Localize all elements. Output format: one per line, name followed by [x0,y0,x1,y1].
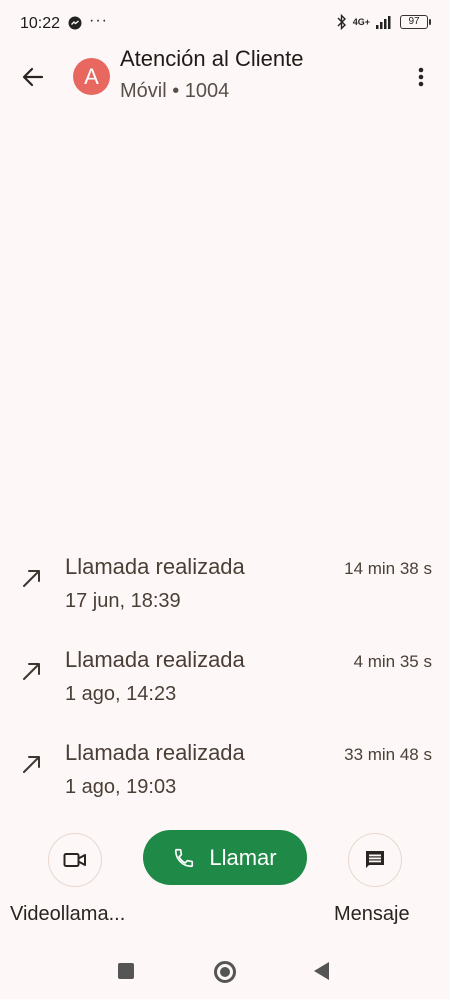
call-history-item[interactable]: Llamada realizada 17 jun, 18:39 14 min 3… [0,540,450,633]
call-type: Llamada realizada [65,740,245,765]
arrow-back-icon [22,67,44,87]
outgoing-call-icon [23,570,40,587]
call-date: 17 jun, 18:39 [65,590,181,612]
battery-icon: 97 [400,15,431,29]
call-button-label: Llamar [209,844,277,870]
call-type: Llamada realizada [65,554,245,579]
contact-header: A Atención al Cliente Móvil • 1004 [0,42,450,112]
call-type: Llamada realizada [65,647,245,672]
call-duration: 33 min 48 s [344,745,432,764]
video-call-label: Videollama... [10,903,126,925]
home-nav-button[interactable] [214,961,236,983]
call-history-item[interactable]: Llamada realizada 1 ago, 14:23 4 min 35 … [0,633,450,726]
home-circle-icon [220,967,230,977]
outgoing-call-icon [23,663,40,680]
more-vert-icon [418,67,424,87]
system-nav-bar [0,945,450,999]
message-icon [366,851,384,868]
network-type: 4G+ [352,17,370,27]
call-history-list: Llamada realizada 17 jun, 18:39 14 min 3… [0,540,450,819]
message-button[interactable] [348,833,402,887]
phone-icon [175,848,194,867]
call-duration: 4 min 35 s [353,652,432,671]
call-button[interactable]: Llamar [143,830,307,885]
status-time: 10:22 [20,15,61,32]
message-label: Mensaje [334,903,410,925]
video-call-button[interactable] [48,833,102,887]
signal-icon [376,16,391,29]
call-date: 1 ago, 19:03 [65,776,177,798]
recents-nav-button[interactable] [118,963,134,979]
status-right-icons: 4G+ 97 [337,14,431,30]
back-nav-button[interactable] [314,962,329,980]
status-more-dots: ··· [89,12,108,29]
call-duration: 14 min 38 s [344,559,432,578]
messenger-icon [68,16,82,30]
back-button[interactable] [14,58,52,96]
call-history-item[interactable]: Llamada realizada 1 ago, 19:03 33 min 48… [0,726,450,819]
contact-name: Atención al Cliente [120,46,304,71]
videocam-icon [63,853,86,867]
bluetooth-icon [337,14,346,30]
call-date: 1 ago, 14:23 [65,683,177,705]
more-options-button[interactable] [406,58,436,96]
contact-number: Móvil • 1004 [120,80,230,102]
status-bar: 10:22 ··· 4G+ 97 [0,0,450,48]
contact-avatar: A [73,58,110,95]
outgoing-call-icon [23,756,40,773]
